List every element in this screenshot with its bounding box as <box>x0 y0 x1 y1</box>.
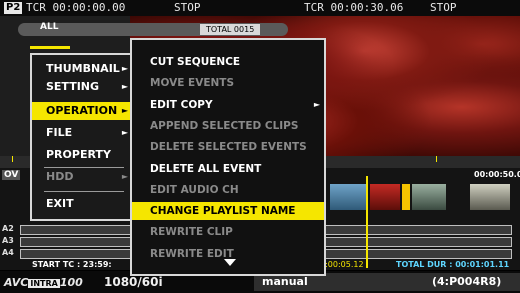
total-duration: TOTAL DUR : 00:01:01.11 <box>396 260 510 269</box>
submenu-item-cut-sequence[interactable]: CUT SEQUENCE <box>132 53 324 71</box>
video-track-thumbnails[interactable] <box>320 184 520 210</box>
submenu-item-edit-copy[interactable]: EDIT COPY ► <box>132 96 324 114</box>
submenu-item-label: CUT SEQUENCE <box>150 56 241 68</box>
status-right: STOP <box>430 1 457 14</box>
clip-thumbnail[interactable] <box>470 184 510 210</box>
submenu-item-label: APPEND SELECTED CLIPS <box>150 119 299 132</box>
selection-indicator <box>30 46 70 49</box>
current-timecode: 0:00:05.12 <box>320 260 364 269</box>
menu-item-label: PROPERTY <box>46 148 111 161</box>
submenu-arrow-icon: ► <box>121 172 128 181</box>
submenu-item-label: EDIT COPY <box>150 98 213 111</box>
submenu-arrow-icon: ► <box>121 128 128 137</box>
menu-divider <box>44 191 124 192</box>
submenu-item-label: DELETE SELECTED EVENTS <box>150 141 307 154</box>
codec-intra-badge: INTRA <box>28 279 60 288</box>
mode-label: manual <box>262 275 308 288</box>
menu-item-label: OPERATION <box>46 104 118 117</box>
menu-item-label: HDD <box>46 170 74 183</box>
menu-item-label: THUMBNAIL <box>46 62 120 75</box>
submenu-item-label: REWRITE EDIT <box>150 247 234 260</box>
submenu-arrow-icon: ► <box>121 64 128 73</box>
submenu-arrow-icon: ► <box>121 82 128 91</box>
submenu-item-append-selected-clips[interactable]: APPEND SELECTED CLIPS <box>132 117 324 135</box>
menu-item-property[interactable]: PROPERTY <box>32 146 133 164</box>
total-clips-label: TOTAL 0015 <box>200 24 261 35</box>
clip-thumbnail[interactable] <box>412 184 446 210</box>
menu-item-label: FILE <box>46 126 73 139</box>
tcr-left: TCR 00:00:00.00 <box>26 1 126 14</box>
submenu-item-label: MOVE EVENTS <box>150 77 235 90</box>
menu-item-label: SETTING <box>46 80 100 93</box>
timeline-playhead[interactable] <box>366 176 368 268</box>
submenu-item-label: CHANGE PLAYLIST NAME <box>150 205 296 218</box>
menu-item-thumbnail[interactable]: THUMBNAIL ► <box>32 60 133 78</box>
submenu-arrow-icon: ► <box>313 99 320 109</box>
submenu-item-label: REWRITE CLIP <box>150 226 233 239</box>
menu-item-file[interactable]: FILE ► <box>32 124 133 142</box>
submenu-item-edit-audio-ch[interactable]: EDIT AUDIO CH <box>132 181 324 199</box>
scroll-down-icon[interactable] <box>224 259 236 266</box>
submenu-item-delete-selected-events[interactable]: DELETE SELECTED EVENTS <box>132 138 324 156</box>
p2-viewer-screen: P2 TCR 00:00:00.00 STOP TCR 00:00:30.06 … <box>0 0 520 293</box>
submenu-item-rewrite-clip[interactable]: REWRITE CLIP <box>132 223 324 241</box>
submenu-item-label: EDIT AUDIO CH <box>150 183 239 196</box>
start-timecode: START TC : 23:59: <box>32 260 112 269</box>
clip-thumbnail[interactable] <box>330 184 368 210</box>
ruler-marker <box>12 156 13 162</box>
timeline-end-timecode: 00:00:50.0 <box>474 170 520 179</box>
submenu-item-label: DELETE ALL EVENT <box>150 162 262 175</box>
operation-submenu: CUT SEQUENCE MOVE EVENTS EDIT COPY ► APPEND … <box>130 38 326 276</box>
menu-item-hdd[interactable]: HDD ► <box>32 168 133 186</box>
menu-item-label: EXIT <box>46 197 74 210</box>
audio-track-label: A4 <box>2 248 14 257</box>
menu-item-setting[interactable]: SETTING ► <box>32 78 133 96</box>
tcr-right: TCR 00:00:30.06 <box>304 1 404 14</box>
audio-track-label: A3 <box>2 236 14 245</box>
menu-item-exit[interactable]: EXIT <box>32 195 133 213</box>
menu-divider <box>44 167 124 168</box>
submenu-item-change-playlist-name[interactable]: CHANGE PLAYLIST NAME <box>132 202 324 221</box>
submenu-item-delete-all-event[interactable]: DELETE ALL EVENT <box>132 160 324 178</box>
p2-badge: P2 <box>4 2 23 14</box>
clip-id: (4:P004R8) <box>432 275 502 288</box>
menu-item-operation[interactable]: OPERATION ► <box>32 102 133 120</box>
main-menu: THUMBNAIL ► SETTING ► OPERATION ► FILE ► PROPERT… <box>30 53 135 221</box>
ov-track-label: OV <box>2 170 21 180</box>
clip-thumbnail[interactable] <box>402 184 410 210</box>
submenu-item-move-events[interactable]: MOVE EVENTS <box>132 74 324 92</box>
audio-track-label: A2 <box>2 224 14 233</box>
submenu-arrow-icon: ► <box>121 106 128 115</box>
clip-thumbnail[interactable] <box>370 184 400 210</box>
top-status-bar: P2 TCR 00:00:00.00 STOP TCR 00:00:30.06 … <box>0 0 520 16</box>
status-left: STOP <box>174 1 201 14</box>
video-format: 1080/60i <box>104 275 163 289</box>
codec-prefix: AVC <box>4 276 29 289</box>
codec-label: AVC INTRA 100 <box>4 276 83 289</box>
ruler-marker <box>436 156 437 162</box>
clip-filter-all: ALL <box>40 22 59 32</box>
codec-bitrate: 100 <box>59 276 83 289</box>
